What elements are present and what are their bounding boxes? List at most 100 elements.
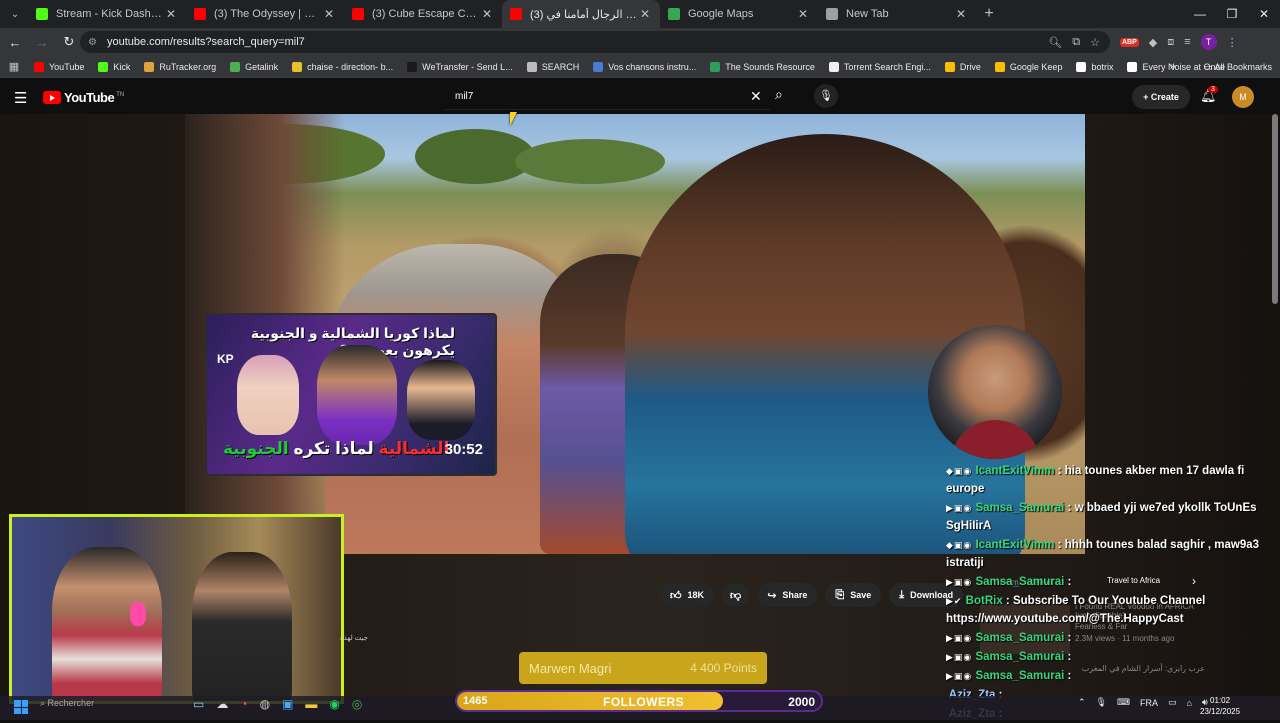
- browser-tab[interactable]: Google Maps ✕: [660, 0, 818, 28]
- chat-username[interactable]: Samsa_Samurai: [975, 576, 1064, 588]
- bookmark-item[interactable]: botrix: [1076, 61, 1113, 72]
- cloud-app-icon[interactable]: ☁: [216, 697, 228, 711]
- microphone-icon[interactable]: 🎙︎: [814, 84, 838, 108]
- bookmark-item[interactable]: WeTransfer - Send L...: [407, 61, 513, 72]
- chat-username[interactable]: Samsa_Samurai: [975, 670, 1064, 682]
- create-button[interactable]: + Create: [1132, 85, 1190, 109]
- back-icon[interactable]: ←: [3, 35, 27, 50]
- page-scrollbar[interactable]: [1272, 114, 1278, 304]
- bookmark-item[interactable]: Kick: [98, 61, 130, 72]
- red-app-icon[interactable]: ◔: [240, 697, 247, 711]
- task-view-icon[interactable]: ▭: [193, 697, 204, 711]
- bookmark-item[interactable]: chaise - direction- b...: [292, 61, 394, 72]
- bookmark-item[interactable]: Getalink: [230, 61, 278, 72]
- search-icon[interactable]: ⌕: [775, 86, 783, 103]
- windows-start-icon[interactable]: [14, 700, 28, 714]
- browser-tab[interactable]: New Tab ✕: [818, 0, 976, 28]
- minimize-button[interactable]: —: [1184, 0, 1216, 28]
- bookmark-favicon-icon: [98, 61, 109, 72]
- bookmark-star-icon[interactable]: ☆: [1090, 36, 1100, 49]
- video-thumbnail-overlay[interactable]: لماذا كوريا الشمالية و الجنوبية يكرهون ب…: [205, 313, 497, 476]
- tab-close-icon[interactable]: ✕: [638, 7, 652, 21]
- account-avatar[interactable]: M: [1232, 86, 1254, 108]
- media-control-icon[interactable]: ≡: [1184, 36, 1190, 48]
- chat-username[interactable]: Samsa_Samurai: [975, 502, 1064, 514]
- bookmark-item[interactable]: The Sounds Resource: [710, 61, 815, 72]
- browser-tab[interactable]: (3) Cube Escape Collection - Of✕: [344, 0, 502, 28]
- maximize-button[interactable]: ❐: [1216, 0, 1248, 28]
- taskbar-clock[interactable]: 01:02 23/12/2025: [1200, 695, 1240, 717]
- bookmarks-overflow-icon[interactable]: »: [1170, 56, 1176, 78]
- site-info-icon[interactable]: ⚙: [88, 37, 97, 48]
- apps-grid-icon[interactable]: ▦: [0, 60, 28, 73]
- bookmark-item[interactable]: RuTracker.org: [144, 61, 216, 72]
- omnibox-actions: 🔍︎ ⧉ ☆: [1048, 31, 1100, 53]
- tab-search-icon[interactable]: ⌄: [2, 3, 28, 25]
- browser-tab[interactable]: (3) النساء تختار الرجال أمامنا في✕: [502, 0, 660, 28]
- tray-network-icon[interactable]: ⌂: [1187, 698, 1192, 708]
- tab-favicon-icon: [194, 8, 206, 20]
- tray-chevron-icon[interactable]: ⌃: [1078, 697, 1086, 708]
- chat-username[interactable]: Samsa_Samurai: [975, 651, 1064, 663]
- spotify-icon[interactable]: ◉: [329, 697, 339, 711]
- bookmark-item[interactable]: YouTube: [34, 61, 85, 72]
- file-explorer-icon[interactable]: ▬: [305, 697, 317, 711]
- bookmark-item[interactable]: Torrent Search Engi...: [828, 61, 931, 72]
- bookmark-label: Vos chansons instru...: [608, 61, 697, 72]
- chat-username[interactable]: Samsa_Samurai: [975, 632, 1064, 644]
- dislike-button[interactable]: 👎︎: [722, 583, 750, 607]
- bookmark-item[interactable]: SEARCH: [526, 61, 579, 72]
- taskbar-search[interactable]: ⌕ Rechercher: [40, 698, 94, 709]
- photo-app-icon[interactable]: ▣: [282, 697, 293, 711]
- chat-message: ▶▣◉ Samsa_Samurai :: [946, 667, 1276, 685]
- bookmark-label: chaise - direction- b...: [307, 61, 394, 72]
- tab-close-icon[interactable]: ✕: [322, 7, 336, 21]
- caption-word: لماذا: [335, 439, 374, 458]
- like-button[interactable]: 👍︎ 18K: [660, 583, 715, 607]
- menu-icon[interactable]: ☰: [14, 89, 27, 107]
- cast-icon[interactable]: ⧉: [1072, 36, 1080, 49]
- thumbs-down-icon: 👎︎: [730, 589, 742, 602]
- tab-close-icon[interactable]: ✕: [796, 7, 810, 21]
- search-input[interactable]: mil7: [445, 84, 770, 110]
- gray-app-icon[interactable]: ◍: [260, 697, 270, 711]
- chat-badges-icon: ▶✔: [946, 596, 963, 606]
- save-button[interactable]: ⎘ Save: [825, 583, 882, 607]
- chrome-icon[interactable]: ◎: [352, 697, 362, 711]
- zoom-icon[interactable]: 🔍︎: [1048, 36, 1062, 49]
- bookmark-favicon-icon: [944, 61, 955, 72]
- extension-diamond-icon[interactable]: ◆: [1149, 36, 1157, 49]
- browser-tab[interactable]: (3) The Odyssey | Official Traile✕: [186, 0, 344, 28]
- bookmark-label: YouTube: [49, 61, 85, 72]
- bookmark-item[interactable]: Google Keep: [994, 61, 1062, 72]
- chat-username[interactable]: BotRix: [966, 595, 1003, 607]
- forward-icon[interactable]: →: [30, 35, 54, 50]
- new-tab-button[interactable]: +: [976, 5, 1002, 23]
- bookmark-item[interactable]: Vos chansons instru...: [593, 61, 697, 72]
- share-button[interactable]: ↪ Share: [757, 583, 818, 607]
- chat-username[interactable]: IcantExitVimm: [975, 465, 1054, 477]
- chat-username[interactable]: IcantExitVimm: [975, 539, 1054, 551]
- clock-time: 01:02: [1210, 696, 1231, 705]
- tab-close-icon[interactable]: ✕: [480, 7, 494, 21]
- tab-close-icon[interactable]: ✕: [164, 7, 178, 21]
- tray-mic-icon[interactable]: 🎙︎: [1096, 697, 1107, 708]
- reload-icon[interactable]: ↻: [57, 34, 81, 50]
- close-window-button[interactable]: ✕: [1248, 0, 1280, 28]
- adblock-icon[interactable]: ABP: [1120, 37, 1139, 47]
- bookmark-item[interactable]: Drive: [944, 61, 981, 72]
- profile-avatar[interactable]: T: [1200, 34, 1217, 50]
- tray-display-icon[interactable]: ▭: [1168, 697, 1177, 708]
- browser-tab[interactable]: Stream - Kick Dashboard✕: [28, 0, 186, 28]
- chrome-menu-icon[interactable]: ⋮: [1227, 36, 1238, 49]
- chat-message: ◆▣◉ IcantExitVimm : hia tounes akber men…: [946, 462, 1276, 498]
- youtube-logo[interactable]: YouTube TN: [43, 90, 124, 105]
- clear-search-icon[interactable]: ✕: [750, 88, 762, 105]
- address-bar[interactable]: ⚙ youtube.com/results?search_query=mil7 …: [80, 31, 1110, 53]
- language-indicator[interactable]: FRA: [1140, 698, 1158, 708]
- tray-keyboard-icon[interactable]: ⌨: [1117, 697, 1130, 708]
- extensions-puzzle-icon[interactable]: ⧈: [1167, 36, 1174, 49]
- tab-title: Stream - Kick Dashboard: [56, 8, 164, 20]
- all-bookmarks-button[interactable]: ▭ All Bookmarks: [1204, 56, 1272, 78]
- tab-close-icon[interactable]: ✕: [954, 7, 968, 21]
